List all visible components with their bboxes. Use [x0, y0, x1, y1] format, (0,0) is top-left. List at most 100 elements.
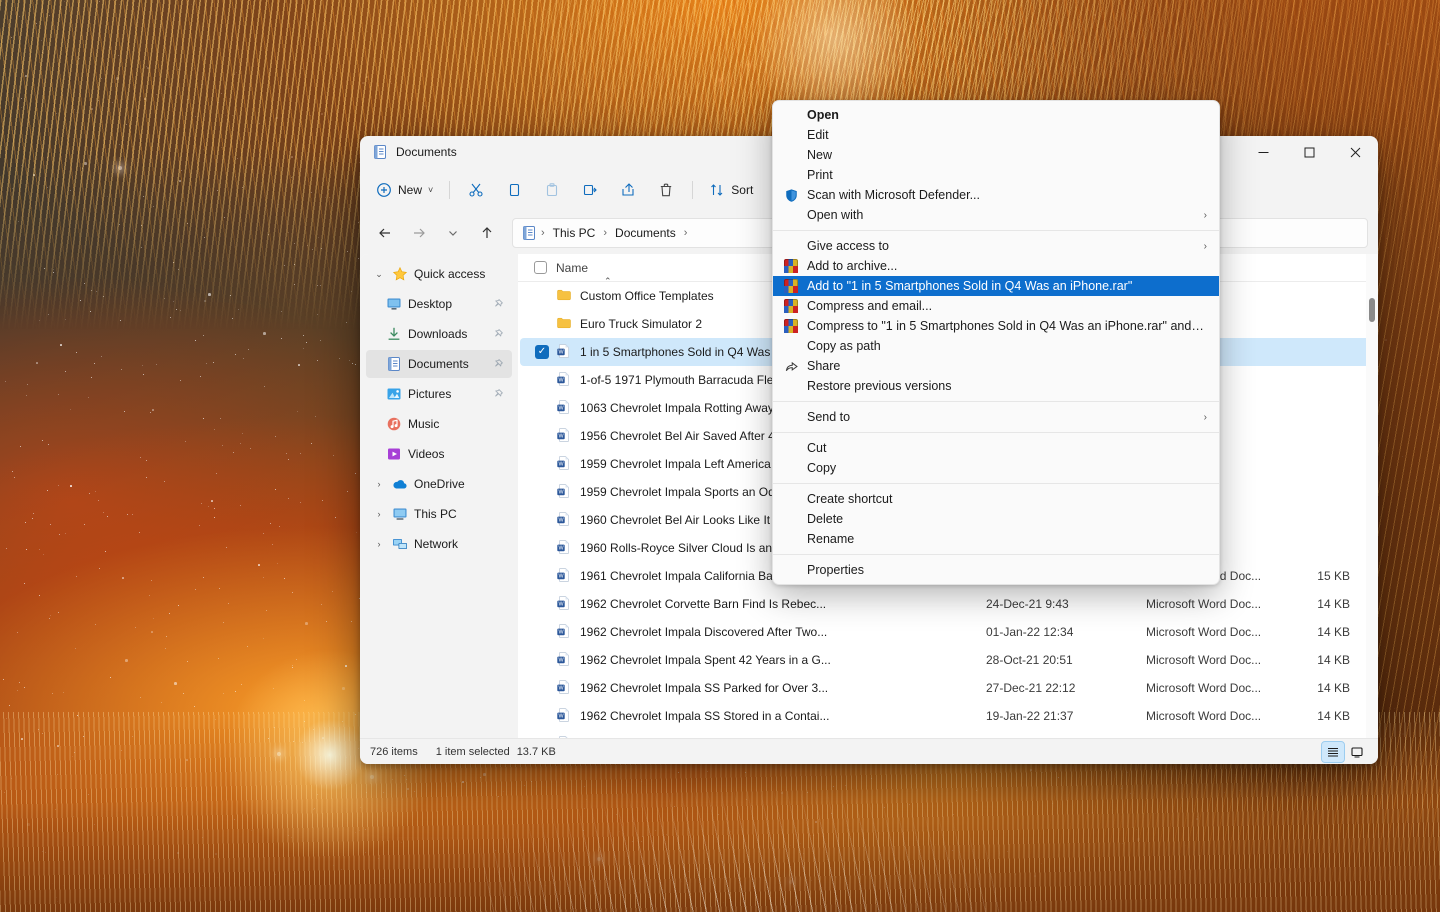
submenu-chevron-icon: ›	[1204, 210, 1207, 221]
menu-item-rename[interactable]: Rename	[775, 529, 1217, 549]
sidebar-item-network[interactable]: ›Network	[366, 530, 512, 558]
winrar-icon	[784, 299, 798, 313]
chevron-icon[interactable]: ›	[372, 539, 386, 549]
word-document-icon: W	[556, 539, 576, 558]
table-row[interactable]: W1962 Chevrolet Impala Spent 42 Years in…	[520, 646, 1376, 674]
toolbar-separator-2	[692, 181, 693, 199]
sidebar-item-onedrive[interactable]: › OneDrive	[366, 470, 512, 498]
sort-button[interactable]: Sort	[701, 174, 761, 206]
menu-item-add-to-1-in-5-smartphones-sold-in-q4-was-an-ip[interactable]: Add to "1 in 5 Smartphones Sold in Q4 Wa…	[773, 276, 1219, 296]
cut-button[interactable]	[458, 174, 494, 206]
menu-item-open-with[interactable]: Open with›	[775, 205, 1217, 225]
table-row[interactable]: W1962 Chevrolet Impala SS Stored in a Co…	[520, 702, 1376, 730]
sidebar-item-pictures[interactable]: Pictures	[366, 380, 512, 408]
music-icon	[386, 416, 402, 432]
recent-locations-button[interactable]	[438, 218, 468, 248]
table-row[interactable]: W1962 Chevrolet Impala Discovered After …	[520, 618, 1376, 646]
menu-item-send-to[interactable]: Send to›	[775, 407, 1217, 427]
menu-separator	[773, 432, 1219, 433]
back-button[interactable]	[370, 218, 400, 248]
menu-item-label: Rename	[807, 532, 1207, 546]
table-row[interactable]: W1962 Chevrolet Corvette Barn Find Is Re…	[520, 590, 1376, 618]
row-checkbox[interactable]: ✓	[528, 345, 556, 359]
sidebar-item-label: OneDrive	[414, 477, 465, 491]
menu-item-new[interactable]: New	[775, 145, 1217, 165]
sidebar-item-videos[interactable]: Videos	[366, 440, 512, 468]
minimize-button[interactable]	[1240, 136, 1286, 168]
menu-item-create-shortcut[interactable]: Create shortcut	[775, 489, 1217, 509]
word-document-icon: W	[556, 427, 576, 446]
menu-item-copy-as-path[interactable]: Copy as path	[775, 336, 1217, 356]
sidebar-item-this-pc[interactable]: ›This PC	[366, 500, 512, 528]
menu-item-give-access-to[interactable]: Give access to›	[775, 236, 1217, 256]
up-button[interactable]	[472, 218, 502, 248]
menu-item-delete[interactable]: Delete	[775, 509, 1217, 529]
menu-item-label: Open	[807, 108, 1207, 122]
sidebar-item-label: Desktop	[408, 297, 452, 311]
rar-icon	[783, 319, 799, 333]
file-size: 14 KB	[1296, 737, 1376, 738]
word-document-icon: W	[556, 455, 576, 474]
file-type: Microsoft Word Doc...	[1146, 709, 1296, 723]
rename-button[interactable]	[572, 174, 608, 206]
scissors-icon	[468, 182, 484, 198]
menu-item-cut[interactable]: Cut	[775, 438, 1217, 458]
menu-item-properties[interactable]: Properties	[775, 560, 1217, 580]
navigation-pane: ⌄Quick access Desktop DownloadsDocumentsPi…	[360, 254, 518, 738]
share-icon	[783, 359, 799, 374]
sidebar-item-downloads[interactable]: Downloads	[366, 320, 512, 348]
sidebar-item-music[interactable]: Music	[366, 410, 512, 438]
winrar-icon	[784, 259, 798, 273]
menu-item-label: Create shortcut	[807, 492, 1207, 506]
pin-icon[interactable]	[492, 328, 504, 340]
menu-item-label: Share	[807, 359, 1207, 373]
new-button[interactable]: New ˅	[368, 174, 441, 206]
menu-item-add-to-archive[interactable]: Add to archive...	[775, 256, 1217, 276]
window-title: Documents	[396, 145, 457, 159]
status-bar: 726 items 1 item selected 13.7 KB	[360, 738, 1378, 764]
chevron-icon[interactable]: ›	[372, 479, 386, 489]
table-row[interactable]: W1963 Chevrolet Corvette Parked for 40 Y…	[520, 730, 1376, 738]
file-name: 1962 Chevrolet Impala Discovered After T…	[576, 625, 986, 639]
chevron-icon[interactable]: ⌄	[372, 269, 386, 280]
word-document-icon: W	[556, 595, 576, 614]
status-selection-count: 1 item selected	[436, 746, 510, 758]
menu-item-print[interactable]: Print	[775, 165, 1217, 185]
menu-item-share[interactable]: Share	[775, 356, 1217, 376]
share-button[interactable]	[610, 174, 646, 206]
paste-button[interactable]	[534, 174, 570, 206]
select-all-checkbox[interactable]	[526, 261, 554, 274]
sidebar-item-desktop[interactable]: Desktop	[366, 290, 512, 318]
sort-icon	[709, 182, 725, 198]
table-row[interactable]: W1962 Chevrolet Impala SS Parked for Ove…	[520, 674, 1376, 702]
scrollbar-thumb[interactable]	[1369, 298, 1375, 322]
delete-button[interactable]	[648, 174, 684, 206]
menu-item-compress-to-1-in-5-smartphones-sold-in-q4-was-[interactable]: Compress to "1 in 5 Smartphones Sold in …	[775, 316, 1217, 336]
menu-item-restore-previous-versions[interactable]: Restore previous versions	[775, 376, 1217, 396]
menu-item-label: Copy	[807, 461, 1207, 475]
vertical-scrollbar[interactable]	[1366, 254, 1378, 738]
menu-item-label: Compress and email...	[807, 299, 1207, 313]
word-document-icon: W	[556, 511, 576, 530]
pin-icon[interactable]	[492, 358, 504, 370]
pin-icon[interactable]	[492, 388, 504, 400]
breadcrumb-item-documents[interactable]: Documents	[611, 224, 680, 242]
large-icons-view-button[interactable]	[1346, 742, 1368, 762]
close-button[interactable]	[1332, 136, 1378, 168]
file-size: 14 KB	[1296, 709, 1376, 723]
maximize-button[interactable]	[1286, 136, 1332, 168]
menu-item-copy[interactable]: Copy	[775, 458, 1217, 478]
file-date-modified: 07-Nov-21 23:26	[986, 737, 1146, 738]
chevron-icon[interactable]: ›	[372, 509, 386, 519]
menu-item-edit[interactable]: Edit	[775, 125, 1217, 145]
pin-icon[interactable]	[492, 298, 504, 310]
menu-item-compress-and-email[interactable]: Compress and email...	[775, 296, 1217, 316]
copy-button[interactable]	[496, 174, 532, 206]
breadcrumb-item-this-pc[interactable]: This PC	[549, 224, 600, 242]
details-view-button[interactable]	[1322, 742, 1344, 762]
sidebar-item-documents[interactable]: Documents	[366, 350, 512, 378]
menu-item-scan-with-microsoft-defender[interactable]: Scan with Microsoft Defender...	[775, 185, 1217, 205]
menu-item-open[interactable]: Open	[775, 105, 1217, 125]
forward-button[interactable]	[404, 218, 434, 248]
sidebar-item-quick-access[interactable]: ⌄Quick access	[366, 260, 512, 288]
